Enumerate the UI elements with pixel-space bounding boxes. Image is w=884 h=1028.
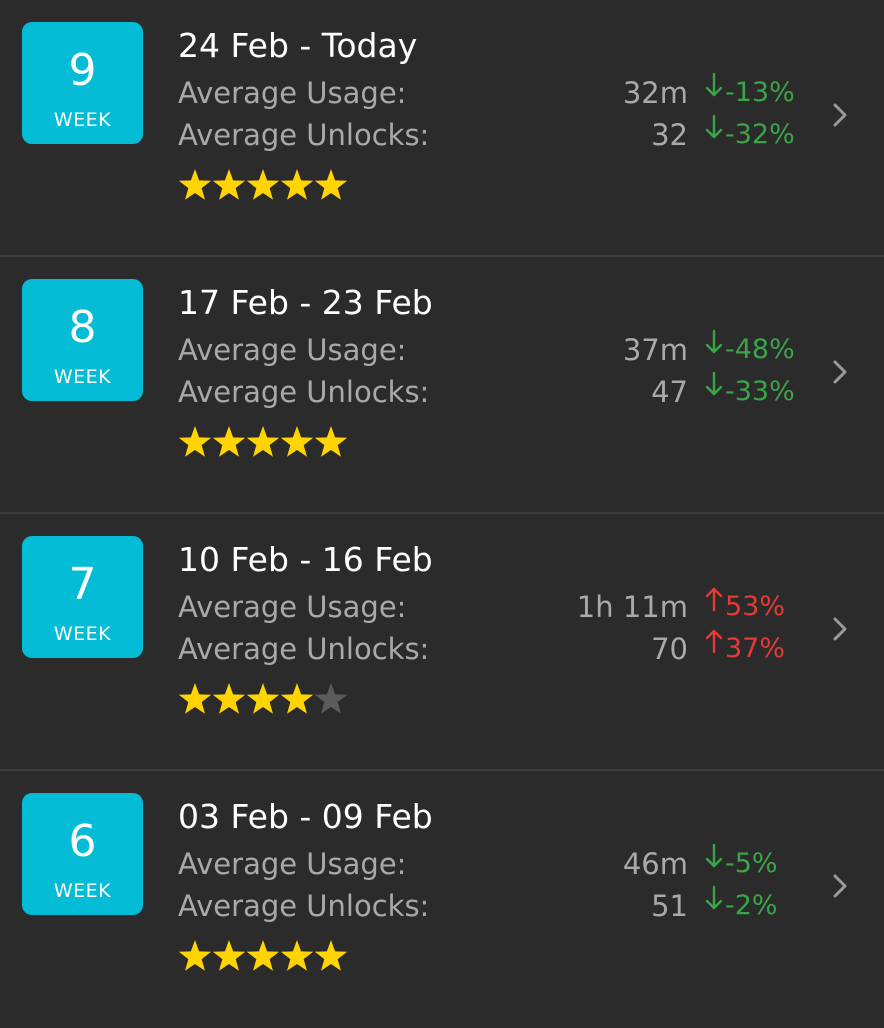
star-filled-icon (178, 169, 212, 200)
star-rating (178, 939, 348, 975)
star-filled-icon (280, 169, 314, 200)
usage-change-percent: 53% (725, 591, 786, 622)
usage-change: -48% (703, 329, 795, 367)
star-filled-icon (246, 426, 280, 457)
average-unlocks-value: 47 (651, 375, 688, 409)
star-filled-icon (280, 683, 314, 714)
week-label: WEEK (53, 623, 112, 645)
star-filled-icon (246, 169, 280, 200)
arrow-down-icon (703, 329, 725, 355)
unlocks-change-percent: 37% (725, 633, 786, 664)
unlocks-change: 37% (703, 629, 786, 666)
average-unlocks-label: Average Unlocks: (178, 632, 430, 666)
week-badge: 8 WEEK (22, 279, 143, 401)
chevron-right-icon[interactable] (828, 356, 852, 388)
average-usage-value: 1h 11m (576, 590, 688, 624)
average-usage-value: 46m (622, 847, 688, 881)
average-usage-label: Average Usage: (178, 590, 407, 624)
star-filled-icon (178, 426, 212, 457)
chevron-right-icon[interactable] (828, 870, 852, 902)
date-range: 17 Feb - 23 Feb (178, 283, 433, 322)
average-usage-label: Average Usage: (178, 847, 407, 881)
week-number: 8 (68, 302, 97, 353)
unlocks-change: -32% (703, 114, 795, 152)
weekly-summary-list: 9 WEEK 24 Feb - Today Average Usage: Ave… (0, 0, 884, 1011)
average-usage-label: Average Usage: (178, 333, 407, 367)
week-label: WEEK (53, 109, 112, 131)
average-usage-value: 37m (622, 333, 688, 367)
week-badge: 7 WEEK (22, 536, 143, 658)
usage-change-percent: -13% (725, 77, 795, 108)
average-unlocks-label: Average Unlocks: (178, 375, 430, 409)
week-number: 9 (68, 45, 97, 96)
star-filled-icon (280, 940, 314, 971)
star-rating (178, 682, 348, 718)
star-filled-icon (314, 169, 348, 200)
unlocks-change: -33% (703, 371, 795, 409)
unlocks-change: -2% (703, 885, 778, 923)
star-filled-icon (212, 683, 246, 714)
arrow-down-icon (703, 114, 725, 140)
star-empty-icon (314, 683, 348, 714)
star-filled-icon (314, 426, 348, 457)
star-filled-icon (280, 426, 314, 457)
star-filled-icon (212, 940, 246, 971)
usage-change: -5% (703, 843, 778, 881)
average-unlocks-value: 51 (651, 889, 688, 923)
unlocks-change-percent: -33% (725, 376, 795, 407)
week-row[interactable]: 6 WEEK 03 Feb - 09 Feb Average Usage: Av… (0, 771, 884, 1028)
week-label: WEEK (53, 880, 112, 902)
week-row[interactable]: 8 WEEK 17 Feb - 23 Feb Average Usage: Av… (0, 257, 884, 514)
arrow-down-icon (703, 885, 725, 911)
arrow-down-icon (703, 371, 725, 397)
week-label: WEEK (53, 366, 112, 388)
star-filled-icon (246, 940, 280, 971)
star-filled-icon (246, 683, 280, 714)
week-row[interactable]: 9 WEEK 24 Feb - Today Average Usage: Ave… (0, 0, 884, 257)
star-rating (178, 425, 348, 461)
average-unlocks-label: Average Unlocks: (178, 889, 430, 923)
usage-change-percent: -5% (725, 848, 778, 879)
arrow-up-icon (703, 628, 725, 654)
usage-change: -13% (703, 72, 795, 110)
week-row[interactable]: 7 WEEK 10 Feb - 16 Feb Average Usage: Av… (0, 514, 884, 771)
week-number: 6 (68, 816, 97, 867)
week-badge: 6 WEEK (22, 793, 143, 915)
arrow-down-icon (703, 843, 725, 869)
week-badge: 9 WEEK (22, 22, 143, 144)
average-unlocks-value: 70 (651, 632, 688, 666)
star-filled-icon (212, 426, 246, 457)
average-usage-value: 32m (622, 76, 688, 110)
average-unlocks-value: 32 (651, 118, 688, 152)
arrow-up-icon (703, 586, 725, 612)
star-filled-icon (212, 169, 246, 200)
arrow-down-icon (703, 72, 725, 98)
date-range: 24 Feb - Today (178, 26, 418, 65)
week-number: 7 (68, 559, 97, 610)
usage-change: 53% (703, 587, 786, 624)
usage-change-percent: -48% (725, 334, 795, 365)
star-filled-icon (178, 683, 212, 714)
star-filled-icon (178, 940, 212, 971)
date-range: 10 Feb - 16 Feb (178, 540, 433, 579)
average-unlocks-label: Average Unlocks: (178, 118, 430, 152)
unlocks-change-percent: -32% (725, 119, 795, 150)
date-range: 03 Feb - 09 Feb (178, 797, 433, 836)
average-usage-label: Average Usage: (178, 76, 407, 110)
unlocks-change-percent: -2% (725, 890, 778, 921)
star-rating (178, 168, 348, 204)
star-filled-icon (314, 940, 348, 971)
chevron-right-icon[interactable] (828, 99, 852, 131)
chevron-right-icon[interactable] (828, 613, 852, 645)
